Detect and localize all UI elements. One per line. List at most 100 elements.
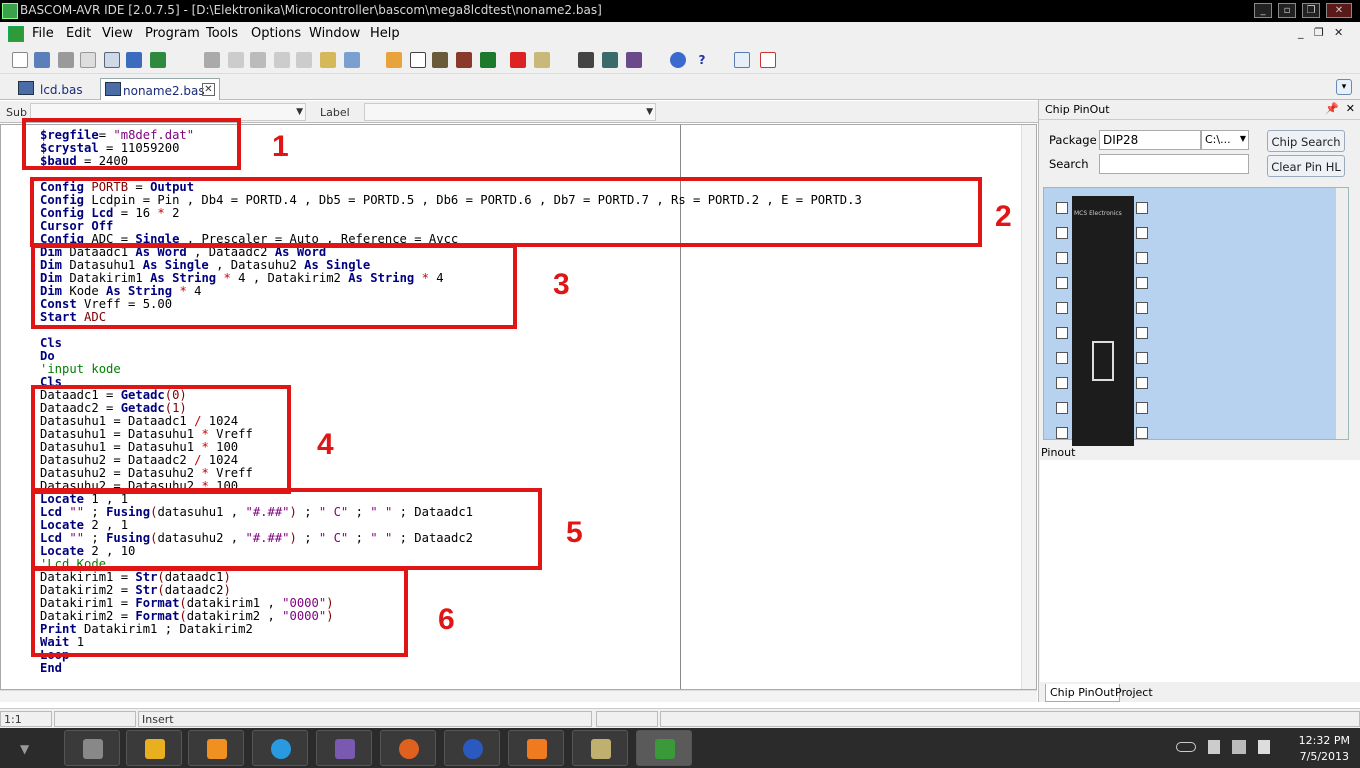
taskbar-item-bascom[interactable] bbox=[636, 730, 692, 766]
tab-lcd-bas[interactable]: lcd.bas bbox=[0, 78, 98, 100]
hardware-icon[interactable] bbox=[578, 52, 594, 68]
chip-pin-left[interactable] bbox=[1056, 402, 1068, 414]
menu-view[interactable]: View bbox=[102, 26, 133, 41]
code-line[interactable]: End bbox=[40, 662, 862, 675]
code-line[interactable]: 'input kode bbox=[40, 363, 862, 376]
chip-pin-left[interactable] bbox=[1056, 277, 1068, 289]
taskbar-item[interactable] bbox=[508, 730, 564, 766]
taskbar-item[interactable] bbox=[252, 730, 308, 766]
chip-pin-right[interactable] bbox=[1136, 402, 1148, 414]
package-input[interactable]: DIP28 bbox=[1099, 130, 1201, 150]
export-icon[interactable] bbox=[150, 52, 166, 68]
print-preview-icon[interactable] bbox=[80, 52, 96, 68]
chip-pin-right[interactable] bbox=[1136, 202, 1148, 214]
help-icon[interactable]: ? bbox=[694, 52, 710, 68]
chip-pin-left[interactable] bbox=[1056, 352, 1068, 364]
chip-pinout-toggle-icon[interactable] bbox=[734, 52, 750, 68]
chip-pin-left[interactable] bbox=[1056, 252, 1068, 264]
chip-pin-left[interactable] bbox=[1056, 202, 1068, 214]
chip-pin-right[interactable] bbox=[1136, 352, 1148, 364]
menu-program[interactable]: Program bbox=[145, 26, 200, 41]
chip-pin-right[interactable] bbox=[1136, 377, 1148, 389]
taskbar-item[interactable] bbox=[572, 730, 628, 766]
menu-window[interactable]: Window bbox=[309, 26, 360, 41]
chip-icon[interactable] bbox=[456, 52, 472, 68]
chip-pin-left[interactable] bbox=[1056, 327, 1068, 339]
taskbar-item[interactable] bbox=[64, 730, 120, 766]
tab-dropdown-icon[interactable]: ▾ bbox=[1336, 79, 1352, 95]
chip-pin-right[interactable] bbox=[1136, 252, 1148, 264]
label-combo[interactable]: ▼ bbox=[364, 103, 656, 121]
sync-icon[interactable] bbox=[126, 52, 142, 68]
clock[interactable]: 12:32 PM 7/5/2013 bbox=[1299, 733, 1350, 765]
paste-icon[interactable] bbox=[250, 52, 266, 68]
power-icon[interactable] bbox=[1208, 740, 1220, 754]
open-icon[interactable] bbox=[104, 52, 120, 68]
tab-chip-pinout[interactable]: Chip PinOut bbox=[1045, 684, 1120, 702]
taskbar-item[interactable] bbox=[126, 730, 182, 766]
horizontal-scrollbar[interactable] bbox=[0, 690, 1037, 702]
maximize-button[interactable]: ▫ bbox=[1278, 3, 1296, 18]
taskbar-item[interactable] bbox=[380, 730, 436, 766]
menu-file[interactable]: File bbox=[32, 26, 54, 41]
taskbar-item[interactable] bbox=[316, 730, 372, 766]
taskbar-item[interactable] bbox=[188, 730, 244, 766]
outdent-icon[interactable] bbox=[296, 52, 312, 68]
pdf-icon[interactable] bbox=[760, 52, 776, 68]
search-input[interactable] bbox=[1099, 154, 1249, 174]
chip-pin-left[interactable] bbox=[1056, 427, 1068, 439]
new-file-icon[interactable] bbox=[12, 52, 28, 68]
mdi-minimize-icon[interactable]: _ bbox=[1298, 26, 1304, 39]
start-arrow-icon[interactable]: ▼ bbox=[20, 742, 29, 756]
chip-pin-right[interactable] bbox=[1136, 327, 1148, 339]
path-combo[interactable]: C:\... ▼ bbox=[1201, 130, 1249, 150]
save-icon[interactable] bbox=[34, 52, 50, 68]
vertical-scrollbar[interactable] bbox=[1021, 125, 1036, 689]
chip-pin-right[interactable] bbox=[1136, 302, 1148, 314]
menu-help[interactable]: Help bbox=[370, 26, 400, 41]
menu-options[interactable]: Options bbox=[251, 26, 301, 41]
compile-icon[interactable] bbox=[432, 52, 448, 68]
print-icon[interactable] bbox=[58, 52, 74, 68]
tab-noname2-bas[interactable]: noname2.bas ✕ bbox=[100, 78, 220, 100]
copy-icon[interactable] bbox=[228, 52, 244, 68]
taskbar-item[interactable] bbox=[444, 730, 500, 766]
restore-button[interactable]: ❐ bbox=[1302, 3, 1320, 18]
simulator-icon[interactable] bbox=[534, 52, 550, 68]
chip-pin-right[interactable] bbox=[1136, 277, 1148, 289]
hand-icon[interactable] bbox=[386, 52, 402, 68]
chip-pin-right[interactable] bbox=[1136, 427, 1148, 439]
chip-search-button[interactable]: Chip Search bbox=[1267, 130, 1345, 152]
terminal-icon[interactable] bbox=[626, 52, 642, 68]
stop-icon[interactable] bbox=[510, 52, 526, 68]
volume-icon[interactable] bbox=[1258, 740, 1270, 754]
chip-view[interactable]: MCS Electronics bbox=[1043, 187, 1349, 446]
check-syntax-icon[interactable] bbox=[410, 52, 426, 68]
tray-toggle-icon[interactable] bbox=[1176, 742, 1196, 752]
mdi-restore-icon[interactable]: ❐ bbox=[1314, 26, 1324, 39]
tab-project[interactable]: Project bbox=[1111, 684, 1157, 701]
chip-vertical-scrollbar[interactable] bbox=[1335, 188, 1348, 439]
info-icon[interactable] bbox=[670, 52, 686, 68]
find-icon[interactable] bbox=[320, 52, 336, 68]
program-chip-icon[interactable] bbox=[480, 52, 496, 68]
chip-pin-left[interactable] bbox=[1056, 377, 1068, 389]
code-line[interactable]: Do bbox=[40, 350, 862, 363]
mdi-close-icon[interactable]: ✕ bbox=[1334, 26, 1343, 39]
lcd-designer-icon[interactable] bbox=[602, 52, 618, 68]
cut-icon[interactable] bbox=[204, 52, 220, 68]
menu-edit[interactable]: Edit bbox=[66, 26, 91, 41]
chip-pin-left[interactable] bbox=[1056, 302, 1068, 314]
clear-pin-hl-button[interactable]: Clear Pin HL bbox=[1267, 155, 1345, 177]
network-icon[interactable] bbox=[1232, 740, 1246, 754]
tab-close-icon[interactable]: ✕ bbox=[202, 83, 215, 96]
indent-icon[interactable] bbox=[274, 52, 290, 68]
pin-icon[interactable]: 📌 bbox=[1325, 102, 1339, 115]
chip-pin-right[interactable] bbox=[1136, 227, 1148, 239]
panel-close-icon[interactable]: ✕ bbox=[1346, 102, 1355, 115]
menu-tools[interactable]: Tools bbox=[206, 26, 238, 41]
replace-icon[interactable] bbox=[344, 52, 360, 68]
code-line[interactable]: Cls bbox=[40, 337, 862, 350]
minimize-button[interactable]: _ bbox=[1254, 3, 1272, 18]
chip-pin-left[interactable] bbox=[1056, 227, 1068, 239]
